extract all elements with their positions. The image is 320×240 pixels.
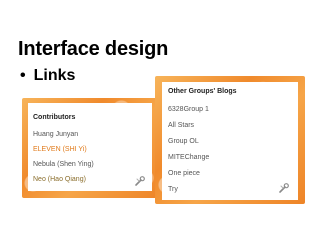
contributor-link[interactable]: Nebula (Shen Ying): [33, 161, 94, 168]
contributor-link[interactable]: Huang Junyan: [33, 131, 78, 138]
edit-wrench-icon[interactable]: [134, 175, 146, 187]
contributors-title: Contributors: [33, 114, 76, 121]
group-blog-link[interactable]: One piece: [168, 170, 200, 177]
group-blog-link[interactable]: Group OL: [168, 138, 199, 145]
contributors-widget: Contributors Huang Junyan ELEVEN (SHI Yi…: [22, 98, 160, 198]
group-blog-link[interactable]: 6328Group 1: [168, 106, 209, 113]
group-blog-link[interactable]: Try: [168, 186, 178, 193]
group-blog-link[interactable]: MITEChange: [168, 154, 209, 161]
other-groups-panel: Other Groups' Blogs 6328Group 1 All Star…: [162, 82, 298, 200]
other-groups-title: Other Groups' Blogs: [168, 88, 237, 95]
slide-title: Interface design: [18, 38, 169, 60]
bullet-links: • Links: [20, 67, 75, 85]
other-groups-widget: Other Groups' Blogs 6328Group 1 All Star…: [155, 76, 305, 204]
contributor-link[interactable]: Neo (Hao Qiang): [33, 176, 86, 183]
bullet-marker: •: [20, 67, 26, 84]
group-blog-link[interactable]: All Stars: [168, 122, 194, 129]
contributors-panel: Contributors Huang Junyan ELEVEN (SHI Yi…: [28, 103, 152, 191]
bullet-text: Links: [33, 67, 76, 84]
edit-wrench-icon[interactable]: [278, 182, 290, 194]
contributor-link[interactable]: ELEVEN (SHI Yi): [33, 146, 87, 153]
